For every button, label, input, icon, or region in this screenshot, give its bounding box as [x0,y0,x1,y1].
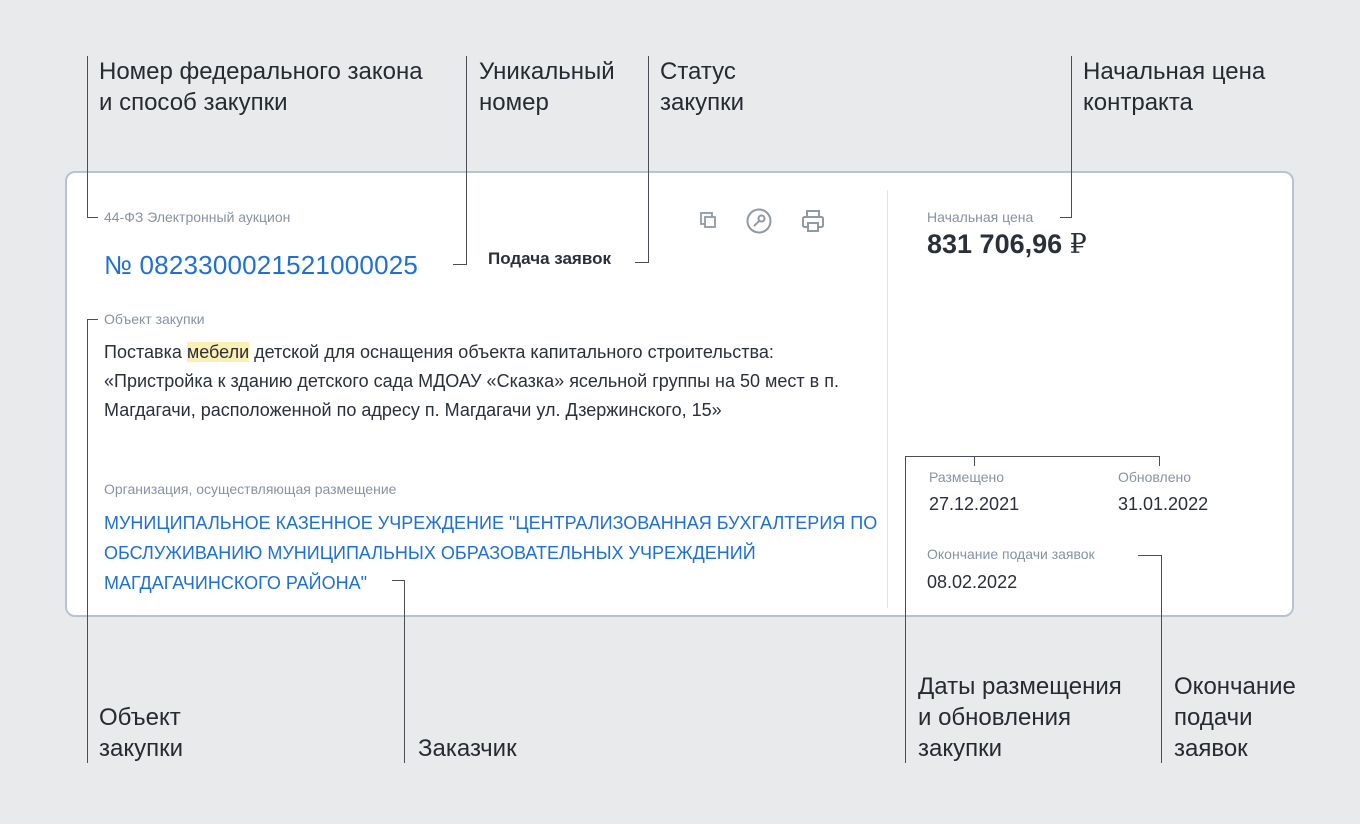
leader-status-tick [635,262,649,263]
copy-icon[interactable] [695,207,721,233]
card-divider [887,190,888,608]
deadline-date: 08.02.2022 [927,572,1018,592]
leader-deadline [1161,555,1162,763]
leader-object [87,319,88,763]
leader-initial-price-tick [1060,217,1072,218]
callout-status: Статус закупки [660,58,745,116]
status-badge: Подача заявок [488,249,611,268]
leader-deadline-tick [1138,555,1162,556]
object-label: Объект закупки [104,311,205,327]
price-value: 831 706,96 ₽ [927,229,1087,260]
leader-unique-number-tick [453,264,467,265]
leader-law-method-tick [87,217,98,218]
leader-object-tick [87,319,98,320]
leader-dates [905,456,906,763]
print-icon[interactable] [800,208,826,234]
object-description: Поставка мебели детской для оснащения об… [104,342,839,420]
price-label: Начальная цена [927,209,1034,225]
callout-law-method: Номер федерального закона и способ закуп… [99,58,423,116]
leader-initial-price [1071,56,1072,218]
updated-date: 31.01.2022 [1118,494,1209,514]
callout-initial-price: Начальная цена контракта [1083,58,1266,116]
callout-unique-number: Уникальный номер [479,58,615,116]
procurement-number-link[interactable]: № 0823300021521000025 [104,250,418,281]
leader-dates-bracket [905,456,1160,457]
updated-label: Обновлено [1118,469,1192,485]
search-highlight: мебели [186,342,250,362]
callout-dates: Даты размещения и обновления закупки [918,673,1122,762]
customer-org-link[interactable]: МУНИЦИПАЛЬНОЕ КАЗЕННОЕ УЧРЕЖДЕНИЕ "ЦЕНТР… [104,508,884,598]
callout-deadline: Окончание подачи заявок [1174,673,1296,762]
leader-dates-updated [1159,456,1160,466]
leader-status [648,56,649,263]
law-method-label: 44-ФЗ Электронный аукцион [104,209,291,225]
callout-object: Объект закупки [99,704,184,762]
leader-dates-posted [974,456,975,466]
org-label: Организация, осуществляющая размещение [104,481,397,497]
leader-customer [404,580,405,763]
posted-label: Размещено [929,469,1004,485]
posted-date: 27.12.2021 [929,494,1020,514]
key-icon[interactable] [746,208,772,234]
leader-law-method [87,56,88,218]
leader-unique-number [466,56,467,265]
deadline-label: Окончание подачи заявок [927,546,1095,562]
callout-customer: Заказчик [418,735,517,762]
ruble-icon: ₽ [1069,229,1087,260]
